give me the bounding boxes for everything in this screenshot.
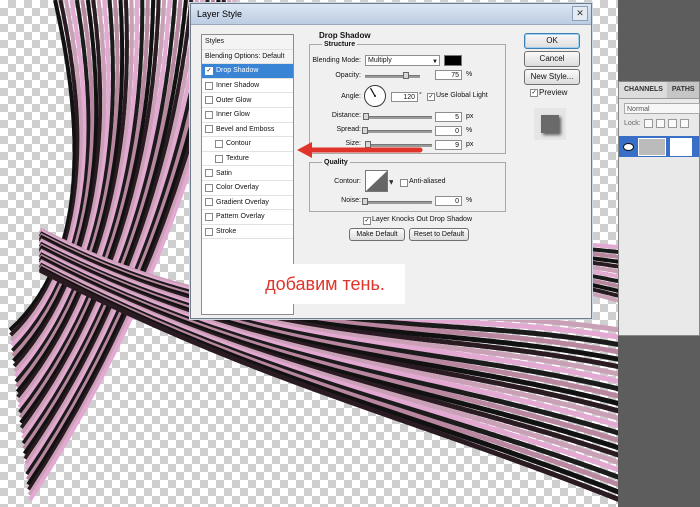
annotation-caption: добавим тень. <box>245 264 405 304</box>
annotation-arrow <box>297 142 423 158</box>
